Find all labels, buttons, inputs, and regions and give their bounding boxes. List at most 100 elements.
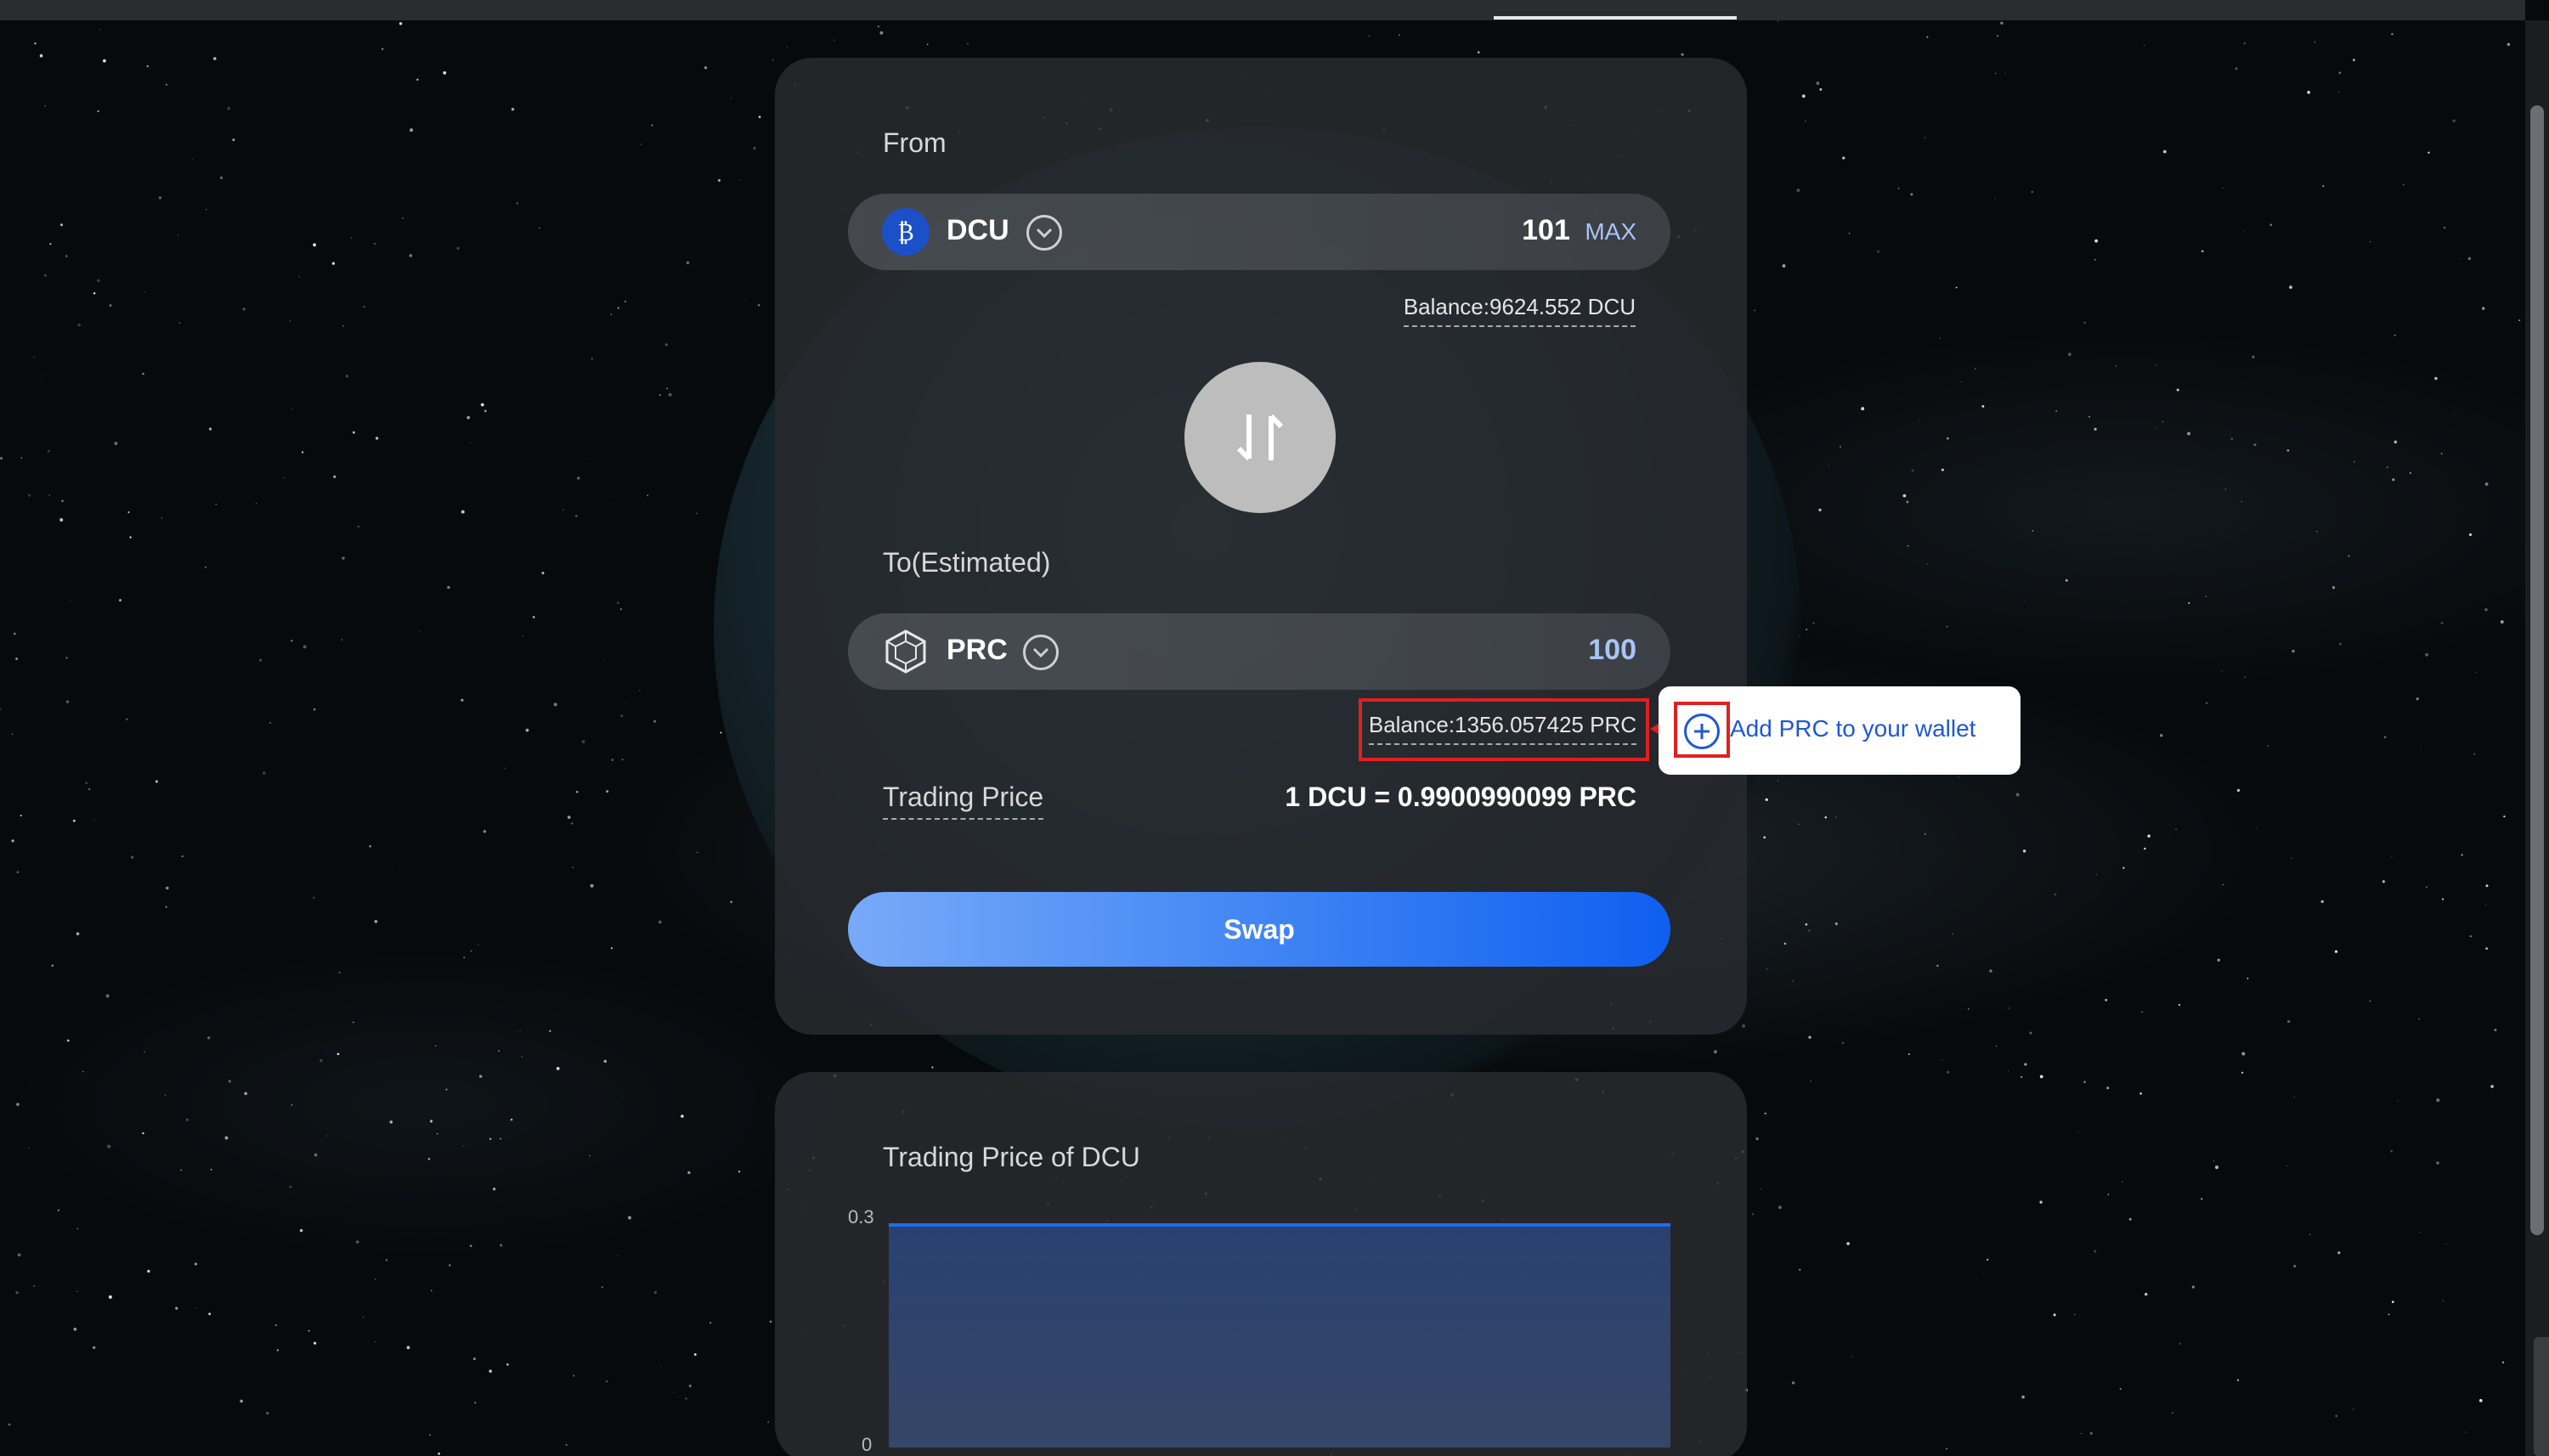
from-balance: Balance:9624.552 DCU — [1403, 294, 1636, 327]
star — [2172, 1412, 2173, 1414]
star — [539, 227, 540, 229]
star — [302, 645, 307, 649]
star — [2503, 815, 2506, 818]
trading-price-label[interactable]: Trading Price — [883, 782, 1044, 820]
star — [178, 322, 181, 324]
star — [2139, 1092, 2142, 1095]
star — [1960, 381, 1962, 382]
to-token-row[interactable]: PRC 100 — [848, 613, 1670, 690]
star — [127, 511, 130, 513]
to-token-name[interactable]: PRC — [947, 634, 1008, 667]
star — [1477, 51, 1480, 54]
star — [519, 1030, 521, 1033]
star — [2221, 670, 2223, 673]
star — [125, 1434, 127, 1436]
star — [709, 1322, 712, 1324]
star — [2316, 530, 2318, 533]
star — [15, 1291, 19, 1295]
scrollbar[interactable] — [2525, 20, 2549, 1456]
chevron-down-icon[interactable] — [1026, 215, 1062, 251]
star — [107, 1144, 111, 1148]
star — [436, 1132, 438, 1135]
star — [61, 499, 64, 503]
star — [483, 409, 487, 413]
star — [2015, 793, 2020, 797]
active-tab-indicator[interactable] — [1494, 16, 1737, 20]
star — [720, 731, 722, 734]
star — [76, 932, 80, 936]
star — [20, 457, 22, 459]
side-widget[interactable] — [2534, 1337, 2549, 1456]
star — [688, 1384, 692, 1388]
star — [194, 1262, 197, 1266]
star — [567, 815, 571, 819]
star — [389, 1120, 393, 1124]
star — [291, 640, 293, 642]
star — [406, 1346, 410, 1350]
star — [2500, 620, 2504, 624]
star — [51, 964, 54, 967]
swap-direction-button[interactable] — [1184, 362, 1336, 513]
star — [466, 415, 471, 420]
star — [603, 1059, 608, 1064]
star — [522, 635, 523, 637]
trading-price-value: 1 DCU = 0.9900990099 PRC — [1285, 782, 1636, 812]
star — [611, 759, 614, 761]
star — [375, 437, 379, 440]
add-to-wallet-link[interactable]: Add PRC to your wallet — [1730, 715, 1975, 742]
chevron-down-icon[interactable] — [1023, 635, 1059, 670]
star — [2241, 1071, 2244, 1074]
star — [697, 851, 698, 854]
star — [2353, 460, 2355, 463]
star — [59, 518, 64, 522]
star — [1926, 563, 1928, 565]
to-balance: Balance:1356.057425 PRC — [1368, 712, 1636, 745]
star — [1941, 468, 1944, 471]
star — [574, 514, 578, 517]
price-area-series — [889, 1223, 1670, 1448]
star — [2289, 285, 2292, 289]
from-amount-value[interactable]: 101 — [1522, 214, 1570, 246]
star — [589, 1154, 591, 1157]
star — [573, 1374, 575, 1377]
star — [2292, 649, 2295, 653]
svg-text:₿: ₿ — [897, 218, 913, 246]
star — [1791, 1381, 1795, 1385]
star — [2421, 748, 2422, 750]
star — [2144, 44, 2145, 46]
star — [2107, 1194, 2109, 1195]
star — [1902, 494, 1907, 498]
star — [109, 304, 112, 308]
star — [2025, 599, 2026, 601]
star — [342, 324, 345, 327]
star — [2452, 119, 2456, 122]
star — [1897, 187, 1900, 189]
scroll-thumb[interactable] — [2530, 105, 2544, 1235]
to-amount[interactable]: 100 — [1588, 634, 1636, 667]
star — [2485, 904, 2487, 906]
star — [114, 442, 118, 445]
from-token-row[interactable]: ₿ DCU 101 MAX — [848, 194, 1670, 270]
star — [2122, 866, 2125, 869]
star — [1911, 469, 1914, 472]
swap-button[interactable]: Swap — [848, 892, 1670, 967]
star — [2501, 1361, 2505, 1364]
star — [191, 159, 194, 161]
star — [2467, 257, 2472, 261]
star — [758, 116, 761, 119]
star — [2094, 258, 2096, 261]
star — [2094, 239, 2099, 243]
from-amount[interactable]: 101 MAX — [1522, 214, 1636, 247]
star — [2141, 1011, 2143, 1013]
star — [166, 83, 167, 86]
star — [2032, 530, 2034, 532]
star — [398, 22, 403, 25]
star — [2236, 1379, 2240, 1381]
star — [2256, 827, 2258, 828]
from-token-name[interactable]: DCU — [947, 214, 1009, 247]
star — [2224, 488, 2226, 490]
max-button[interactable]: MAX — [1585, 218, 1636, 245]
star — [15, 1103, 20, 1107]
star — [351, 237, 353, 239]
star — [77, 323, 82, 327]
